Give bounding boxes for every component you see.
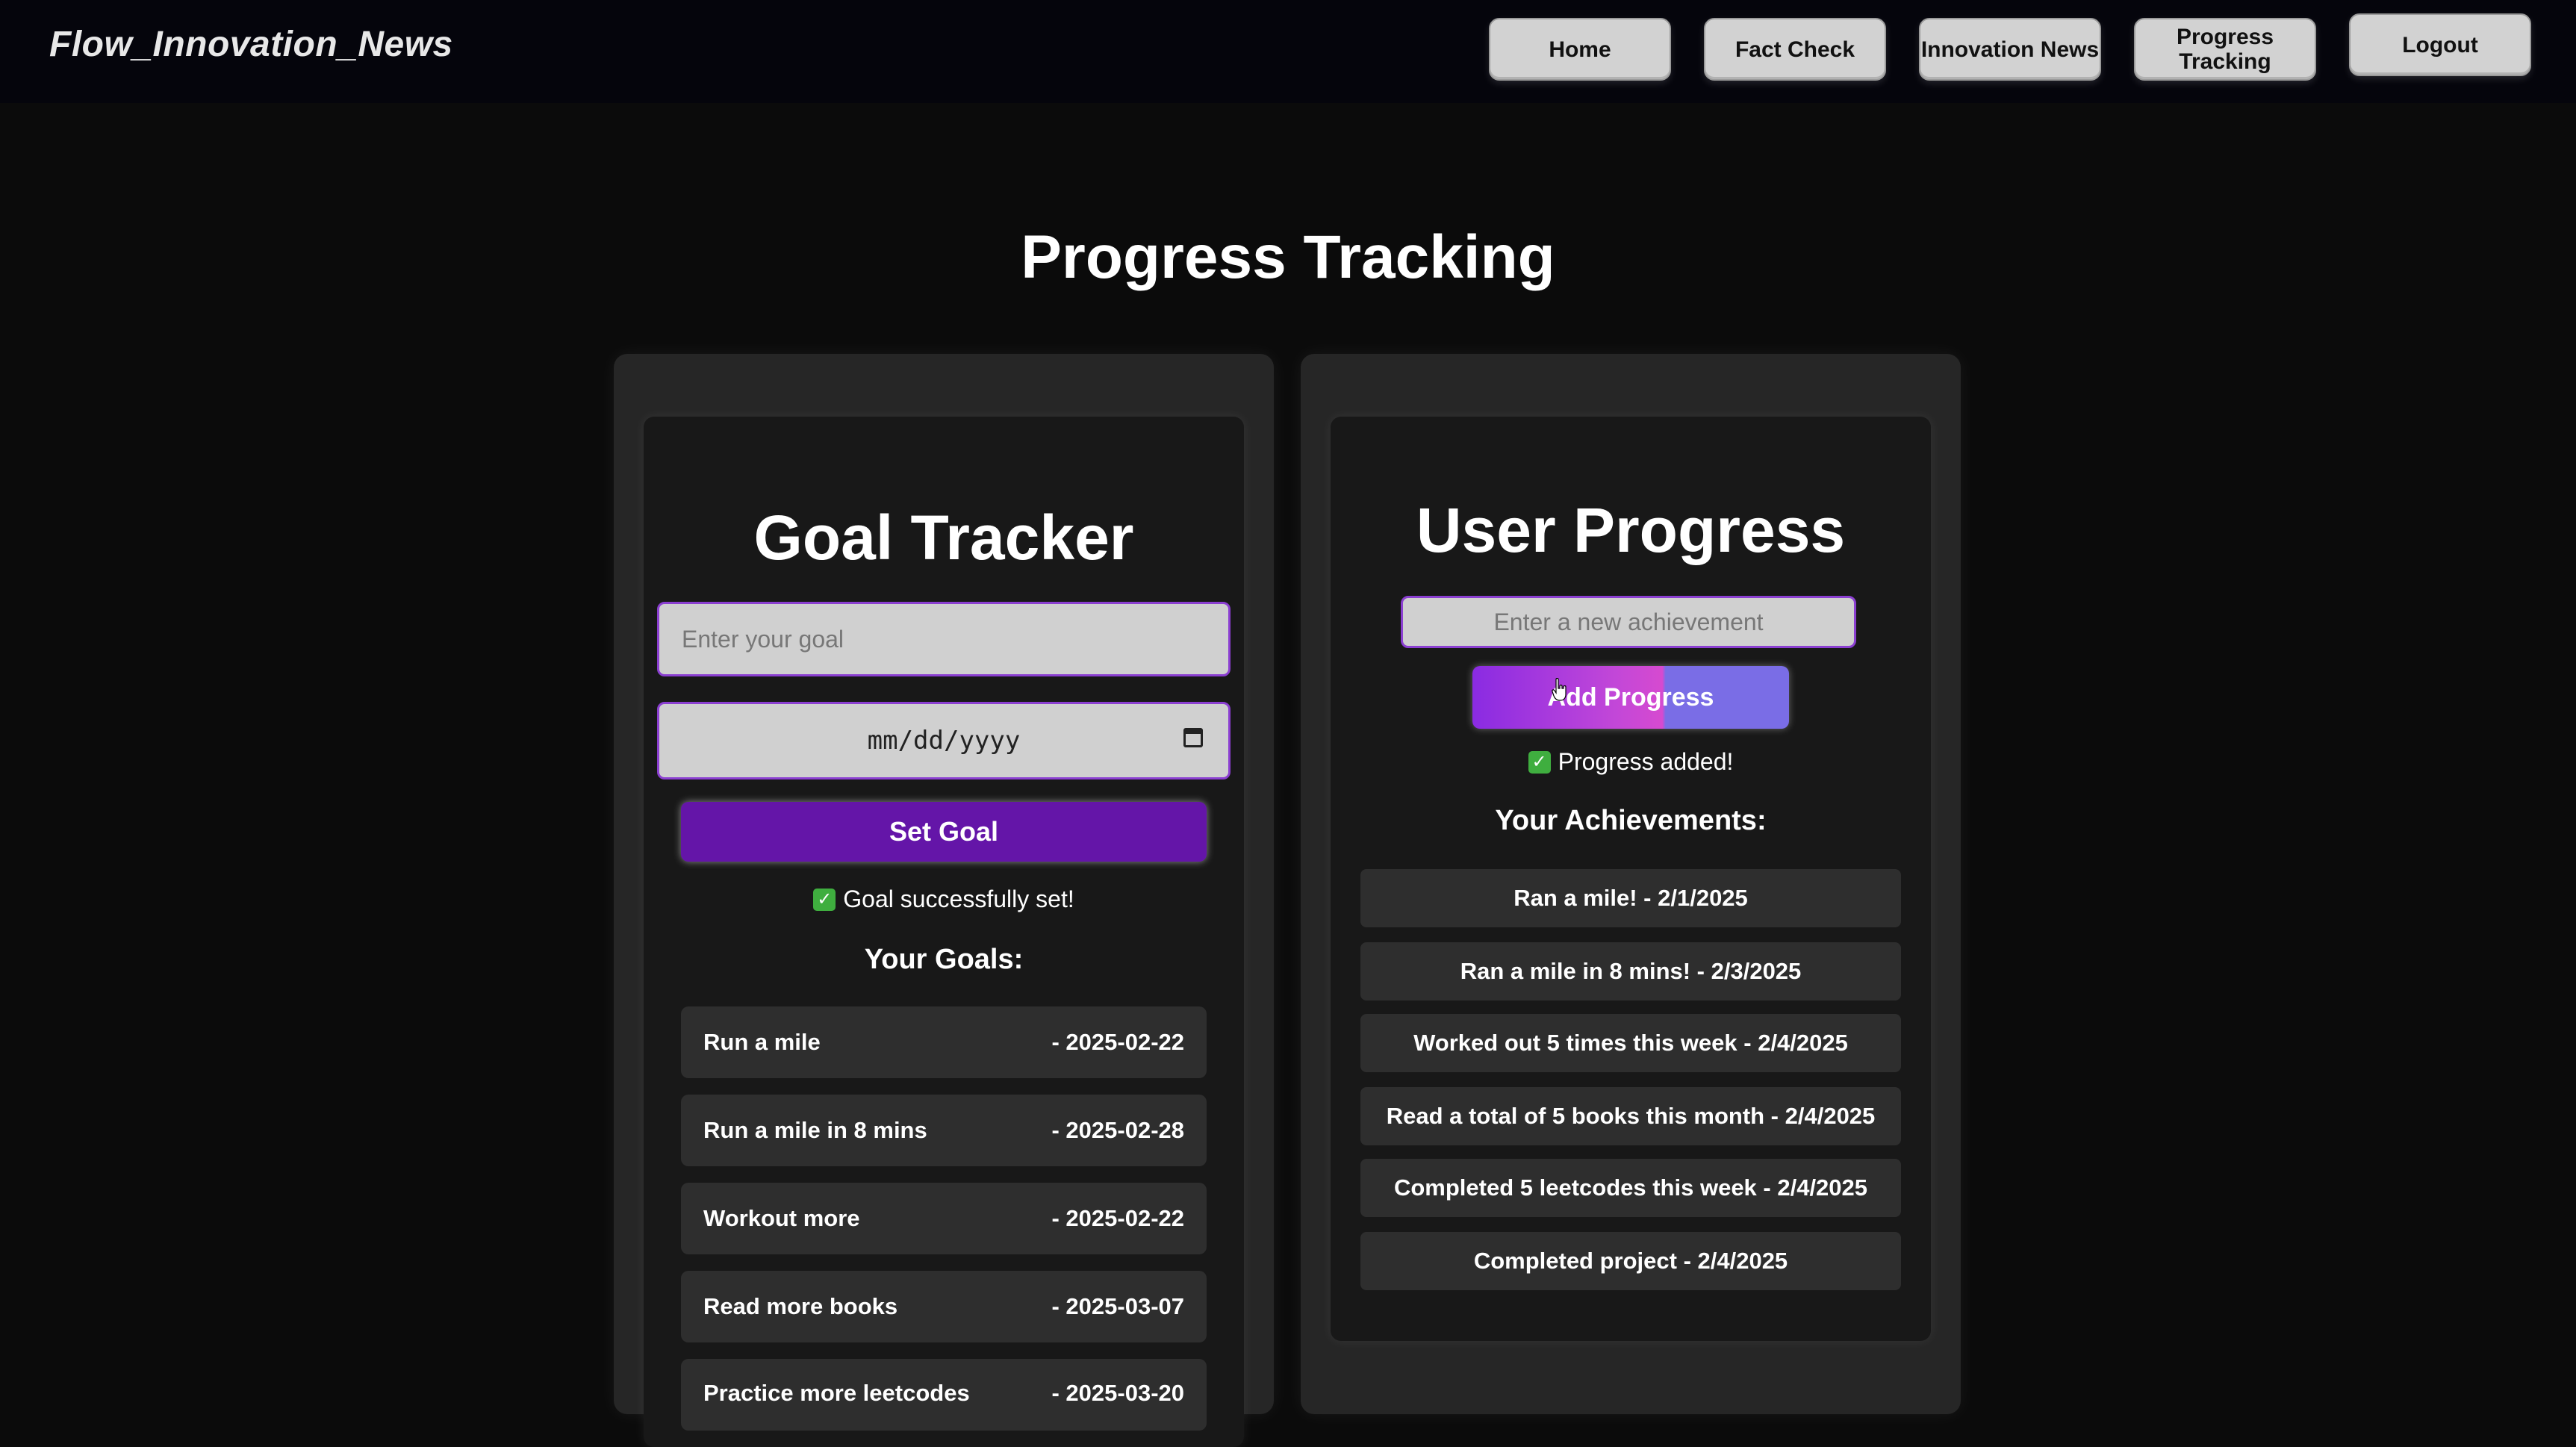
check-icon: ✓ [1528,750,1551,774]
goal-tracker-card: Goal Tracker Enter your goal mm/dd/yyyy … [644,417,1244,1447]
goal-input-placeholder: Enter your goal [682,625,844,653]
nav-fact-check-button[interactable]: Fact Check [1704,18,1886,81]
mouse-pointer-icon [1552,678,1567,701]
add-progress-button[interactable]: Add Progress [1472,666,1789,729]
goal-name: Run a mile in 8 mins [703,1117,927,1143]
check-icon: ✓ [813,888,836,911]
achievement-input-placeholder: Enter a new achievement [1493,608,1764,635]
user-progress-panel: User Progress Enter a new achievement Ad… [1301,354,1961,1414]
achievement-list-item: Completed project - 2/4/2025 [1360,1232,1901,1290]
goal-name: Workout more [703,1205,860,1231]
nav-home-button[interactable]: Home [1489,18,1671,81]
achievement-list-item: Completed 5 leetcodes this week - 2/4/20… [1360,1159,1901,1217]
progress-status-text: Progress added! [1558,748,1734,775]
top-navbar: Flow_Innovation_News Home Fact Check Inn… [0,0,2576,103]
goal-date-input[interactable]: mm/dd/yyyy [657,702,1231,779]
achievement-list-item: Ran a mile in 8 mins! - 2/3/2025 [1360,942,1901,1001]
goal-date: - 2025-03-20 [1051,1380,1184,1406]
goal-status-text: Goal successfully set! [843,886,1074,912]
user-progress-card: User Progress Enter a new achievement Ad… [1331,417,1931,1341]
achievement-list-item: Ran a mile! - 2/1/2025 [1360,869,1901,927]
goal-date: - 2025-02-22 [1051,1205,1184,1231]
goal-date: - 2025-02-28 [1051,1117,1184,1143]
achievement-input[interactable]: Enter a new achievement [1401,596,1856,648]
user-progress-title: User Progress [1416,495,1846,565]
brand-logo-text[interactable]: Flow_Innovation_News [49,24,453,65]
goal-list-item: Workout more - 2025-02-22 [681,1183,1207,1254]
date-input-placeholder: mm/dd/yyyy [867,726,1021,756]
goal-tracker-panel: Goal Tracker Enter your goal mm/dd/yyyy … [614,354,1274,1447]
goal-input[interactable]: Enter your goal [657,602,1231,676]
set-goal-button[interactable]: Set Goal [681,802,1207,862]
goal-name: Read more books [703,1293,898,1319]
goal-list-item: Practice more leetcodes - 2025-03-20 [681,1359,1207,1431]
achievement-list-item: Worked out 5 times this week - 2/4/2025 [1360,1014,1901,1072]
goal-status-message: ✓ Goal successfully set! [644,886,1244,913]
goal-name: Practice more leetcodes [703,1380,970,1406]
goal-list-item: Read more books - 2025-03-07 [681,1271,1207,1342]
achievement-list-item: Read a total of 5 books this month - 2/4… [1360,1087,1901,1145]
goal-list-item: Run a mile in 8 mins - 2025-02-28 [681,1095,1207,1166]
nav-innovation-news-button[interactable]: Innovation News [1919,18,2101,81]
your-achievements-heading: Your Achievements: [1495,805,1767,836]
calendar-icon[interactable] [1183,728,1203,747]
your-goals-heading: Your Goals: [864,944,1024,975]
nav-logout-button[interactable]: Logout [2349,13,2531,76]
goal-date: - 2025-02-22 [1051,1029,1184,1055]
page-title: Progress Tracking [1021,223,1555,291]
goal-date: - 2025-03-07 [1051,1293,1184,1319]
progress-status-message: ✓ Progress added! [1331,748,1931,776]
goal-list-item: Run a mile - 2025-02-22 [681,1006,1207,1078]
goal-tracker-title: Goal Tracker [753,502,1134,573]
goal-name: Run a mile [703,1029,821,1055]
nav-progress-tracking-button[interactable]: Progress Tracking [2134,18,2316,81]
